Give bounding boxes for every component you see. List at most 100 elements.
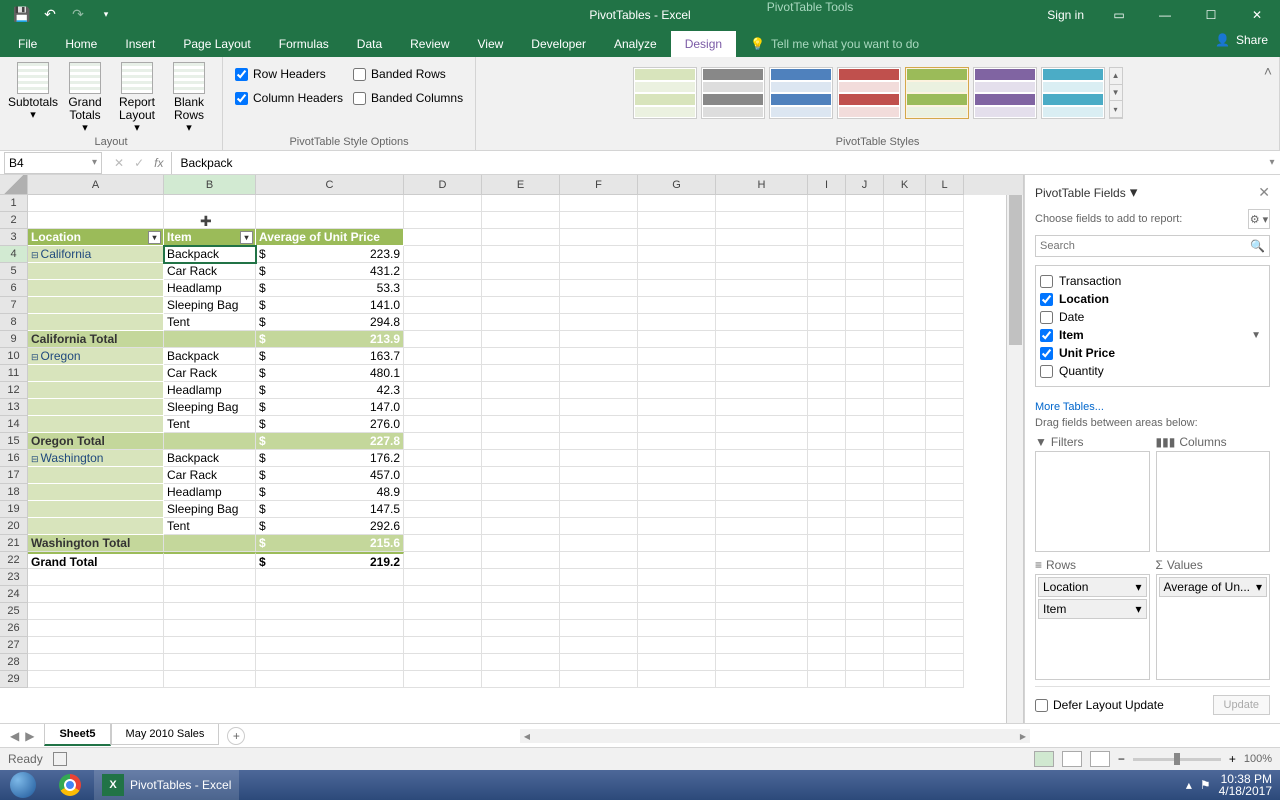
cell[interactable]: [846, 569, 884, 586]
cell[interactable]: [716, 314, 808, 331]
cell[interactable]: Headlamp: [164, 382, 256, 399]
cell[interactable]: [638, 348, 716, 365]
cell[interactable]: [638, 467, 716, 484]
cell[interactable]: $480.1: [256, 365, 404, 382]
cell[interactable]: [482, 569, 560, 586]
vertical-scrollbar[interactable]: [1006, 195, 1023, 723]
cell[interactable]: [164, 671, 256, 688]
cell[interactable]: [808, 603, 846, 620]
cell[interactable]: [482, 552, 560, 569]
row-header[interactable]: 5: [0, 263, 28, 280]
cell[interactable]: [28, 314, 164, 331]
fields-pane-gear-icon[interactable]: ⚙ ▾: [1248, 209, 1270, 229]
cell[interactable]: [404, 484, 482, 501]
cell[interactable]: [846, 195, 884, 212]
cell[interactable]: $53.3: [256, 280, 404, 297]
cell[interactable]: Oregon Total: [28, 433, 164, 450]
cell[interactable]: [164, 603, 256, 620]
cell[interactable]: [716, 671, 808, 688]
row-header[interactable]: 19: [0, 501, 28, 518]
cell[interactable]: [256, 654, 404, 671]
signin-link[interactable]: Sign in: [1035, 8, 1096, 22]
cell[interactable]: [638, 552, 716, 569]
cell[interactable]: [638, 433, 716, 450]
cell[interactable]: [884, 229, 926, 246]
values-dropzone[interactable]: Average of Un...▾: [1156, 574, 1271, 681]
cell[interactable]: [638, 620, 716, 637]
row-header[interactable]: 17: [0, 467, 28, 484]
more-tables-link[interactable]: More Tables...: [1035, 397, 1270, 417]
tab-developer[interactable]: Developer: [517, 31, 600, 57]
cell[interactable]: [404, 263, 482, 280]
row-headers-checkbox[interactable]: Row Headers: [235, 67, 343, 81]
cell[interactable]: [716, 654, 808, 671]
cell[interactable]: [808, 586, 846, 603]
cell[interactable]: [28, 399, 164, 416]
cell[interactable]: [884, 467, 926, 484]
cell[interactable]: [808, 263, 846, 280]
cell[interactable]: [846, 263, 884, 280]
cell[interactable]: [404, 348, 482, 365]
cell[interactable]: [404, 280, 482, 297]
cell[interactable]: [926, 263, 964, 280]
cell[interactable]: [28, 297, 164, 314]
column-header[interactable]: K: [884, 175, 926, 195]
row-header[interactable]: 27: [0, 637, 28, 654]
cell[interactable]: [404, 654, 482, 671]
minimize-icon[interactable]: —: [1142, 0, 1188, 29]
cell[interactable]: [638, 637, 716, 654]
cell[interactable]: [716, 195, 808, 212]
cell[interactable]: [926, 620, 964, 637]
filters-dropzone[interactable]: [1035, 451, 1150, 552]
column-header[interactable]: F: [560, 175, 638, 195]
cell[interactable]: [884, 586, 926, 603]
cell[interactable]: [926, 518, 964, 535]
cell[interactable]: [926, 195, 964, 212]
zoom-slider[interactable]: [1133, 758, 1221, 761]
cell[interactable]: [28, 212, 164, 229]
cell[interactable]: Tent: [164, 314, 256, 331]
cell[interactable]: [638, 518, 716, 535]
cell[interactable]: [884, 365, 926, 382]
cell[interactable]: [164, 535, 256, 552]
cell[interactable]: [404, 620, 482, 637]
cell[interactable]: [404, 467, 482, 484]
cell[interactable]: [926, 382, 964, 399]
banded-rows-checkbox[interactable]: Banded Rows: [353, 67, 463, 81]
cell[interactable]: [560, 195, 638, 212]
style-thumb[interactable]: [1041, 67, 1105, 119]
cell[interactable]: $147.0: [256, 399, 404, 416]
column-header[interactable]: D: [404, 175, 482, 195]
cell[interactable]: [482, 671, 560, 688]
cell[interactable]: Headlamp: [164, 484, 256, 501]
cell[interactable]: $223.9: [256, 246, 404, 263]
cell[interactable]: [884, 348, 926, 365]
collapse-ribbon-icon[interactable]: ˄: [1264, 63, 1272, 79]
row-header[interactable]: 8: [0, 314, 28, 331]
column-header[interactable]: L: [926, 175, 964, 195]
fields-search[interactable]: 🔍: [1035, 235, 1270, 257]
cell[interactable]: [884, 637, 926, 654]
cell[interactable]: $431.2: [256, 263, 404, 280]
cell[interactable]: [482, 484, 560, 501]
cell[interactable]: [560, 467, 638, 484]
row-header[interactable]: 2: [0, 212, 28, 229]
cell[interactable]: [482, 263, 560, 280]
cell[interactable]: [884, 433, 926, 450]
cell[interactable]: [846, 314, 884, 331]
cell[interactable]: [808, 416, 846, 433]
cell[interactable]: [884, 569, 926, 586]
row-header[interactable]: 22: [0, 552, 28, 569]
cell[interactable]: [482, 331, 560, 348]
cell[interactable]: [716, 586, 808, 603]
cell[interactable]: [638, 416, 716, 433]
tray-chevron-icon[interactable]: ▴: [1186, 778, 1192, 792]
cell[interactable]: $219.2: [256, 552, 404, 569]
cell[interactable]: [808, 246, 846, 263]
cell[interactable]: [808, 501, 846, 518]
cell[interactable]: [846, 212, 884, 229]
cell[interactable]: [638, 654, 716, 671]
cell[interactable]: [716, 297, 808, 314]
cell[interactable]: [808, 365, 846, 382]
cell[interactable]: Car Rack: [164, 365, 256, 382]
